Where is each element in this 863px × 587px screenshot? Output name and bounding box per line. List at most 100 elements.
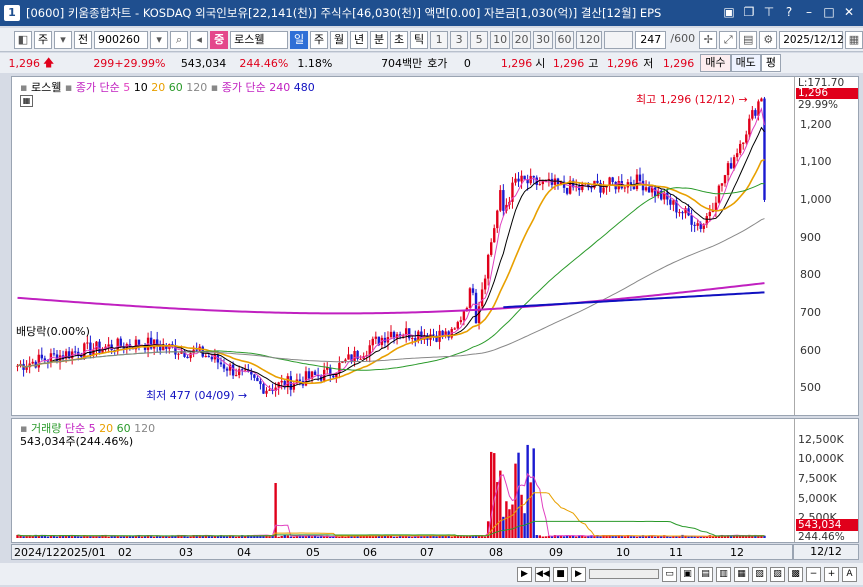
code-dropdown-icon[interactable]: ▾ [150, 30, 169, 49]
candle-body [611, 177, 614, 183]
interval-10[interactable]: 10 [490, 30, 510, 49]
candle-body [259, 381, 262, 385]
zoom-in-icon[interactable]: + [824, 566, 839, 582]
gear-icon[interactable]: ⚙ [759, 30, 778, 49]
tab-second[interactable]: 초 [390, 30, 409, 49]
layout-2-icon[interactable]: ▣ [680, 566, 695, 582]
interval-1[interactable]: 1 [430, 30, 449, 49]
rewind-icon[interactable]: ◀◀ [535, 566, 550, 582]
search-icon[interactable]: ⌕ [170, 30, 189, 49]
x-tick-label: 07 [420, 546, 434, 559]
candle-body [742, 142, 745, 144]
period-select[interactable]: 주 [34, 30, 52, 49]
volume-bar [411, 536, 414, 538]
candle-body [735, 153, 739, 158]
sell-button[interactable]: 매도 [730, 54, 761, 72]
tab-week[interactable]: 주 [310, 30, 329, 49]
layout-3-icon[interactable]: ▤ [698, 566, 713, 582]
hoga-price: 1,296 [500, 56, 533, 70]
chart-menu-icon[interactable]: ◧ [14, 30, 32, 49]
link-icon[interactable]: ▣ [721, 4, 737, 20]
y-tick-label: 1,100 [800, 155, 832, 169]
candle-body [647, 187, 651, 193]
tab-year[interactable]: 년 [350, 30, 369, 49]
interval-5[interactable]: 5 [470, 30, 489, 49]
candle-body [210, 356, 214, 360]
close-icon[interactable]: ✕ [841, 4, 857, 20]
volume-panel[interactable]: ▪ 거래량 단순 5 20 60 120 543,034주(244.46%) 1… [11, 418, 859, 543]
zoom-out-icon[interactable]: − [806, 566, 821, 582]
volume-bar [159, 536, 162, 538]
maximize-icon[interactable]: □ [821, 4, 837, 20]
candle-body [371, 338, 374, 346]
candle-body [432, 334, 435, 336]
volume-bar [608, 536, 611, 538]
calendar-icon[interactable]: ▦ [845, 30, 863, 49]
layout-8-icon[interactable]: ▩ [788, 566, 803, 582]
candle-body [25, 367, 28, 370]
hoga-label: 호가 [427, 57, 448, 70]
candle-body [313, 371, 317, 376]
volume-current-tag: 543,034 [796, 519, 858, 531]
auto-scale-icon[interactable]: A [842, 566, 857, 582]
candle-body [241, 369, 244, 371]
candle-body [347, 354, 350, 360]
buy-button[interactable]: 매수 [700, 54, 731, 72]
crosshair-icon[interactable]: ✢ [699, 30, 718, 49]
chevron-down-icon[interactable]: ▾ [54, 30, 72, 49]
current-price-tag: 1,296 [796, 88, 858, 99]
trend-icon[interactable]: ⤢ [719, 30, 738, 49]
bar-count-input[interactable]: 247 [635, 30, 667, 49]
volume-bar [529, 482, 532, 538]
stock-code-input[interactable]: 900260 [94, 30, 149, 49]
interval-3[interactable]: 3 [450, 30, 469, 49]
chart-scrollbar[interactable] [589, 569, 659, 579]
volume-bar [693, 536, 696, 538]
candle-body [441, 330, 444, 336]
layout-5-icon[interactable]: ▦ [734, 566, 749, 582]
interval-custom-input[interactable] [604, 30, 634, 49]
candle-body [623, 187, 627, 189]
candle-body [195, 349, 198, 351]
play-icon[interactable]: ▶ [517, 566, 532, 582]
pin-icon[interactable]: ⊤ [761, 4, 777, 20]
tab-tick[interactable]: 틱 [410, 30, 429, 49]
interval-30[interactable]: 30 [533, 30, 553, 49]
save-icon[interactable]: ▤ [739, 30, 758, 49]
volume-bar [562, 536, 566, 538]
chart-toolbar: ◧ 주 ▾ 전 900260 ▾ ⌕ ◂ 중 로스웰 일 주 월 년 분 초 틱… [0, 28, 863, 52]
candle-body [490, 242, 493, 255]
layout-7-icon[interactable]: ▨ [770, 566, 785, 582]
candle-body [638, 174, 642, 181]
volume-percent: 244.46% [239, 56, 289, 70]
tab-month[interactable]: 월 [330, 30, 349, 49]
tab-day[interactable]: 일 [290, 30, 309, 49]
eval-button[interactable]: 평 [760, 54, 781, 72]
y-tick-label: 12,500K [798, 432, 844, 446]
candle-body [186, 356, 189, 359]
layout-6-icon[interactable]: ▧ [752, 566, 767, 582]
layout-4-icon[interactable]: ▥ [716, 566, 731, 582]
volume-bar [538, 535, 541, 538]
whole-button[interactable]: 전 [74, 30, 92, 49]
interval-60[interactable]: 60 [554, 30, 574, 49]
title-bar: 1 [0600] 키움종합차트 - KOSDAQ 외국인보유[22,141(천)… [0, 0, 863, 26]
y-tick-label: 1,000 [800, 192, 832, 206]
interval-120[interactable]: 120 [575, 30, 603, 49]
candle-body [517, 178, 520, 182]
restore-icon[interactable]: ❐ [741, 4, 757, 20]
stop-icon[interactable]: ■ [553, 566, 568, 582]
interval-20[interactable]: 20 [511, 30, 532, 49]
volume-bar [614, 536, 617, 538]
date-input[interactable]: 2025/12/12 [779, 30, 844, 49]
bottom-controls: ▶ ◀◀ ■ ▶ ▭ ▣ ▤ ▥ ▦ ▧ ▨ ▩ − + A [0, 563, 863, 585]
candle-body [265, 390, 268, 394]
price-panel[interactable]: ▪ 로스웰 ▪ 종가 단순 5 10 20 60 120 ▪ 종가 단순 240… [11, 76, 859, 416]
speaker-icon[interactable]: ◂ [190, 30, 209, 49]
tab-minute[interactable]: 분 [370, 30, 389, 49]
help-icon[interactable]: ? [781, 4, 797, 20]
volume-bar [395, 536, 399, 538]
layout-1-icon[interactable]: ▭ [662, 566, 677, 582]
forward-icon[interactable]: ▶ [571, 566, 586, 582]
minimize-icon[interactable]: – [801, 4, 817, 20]
